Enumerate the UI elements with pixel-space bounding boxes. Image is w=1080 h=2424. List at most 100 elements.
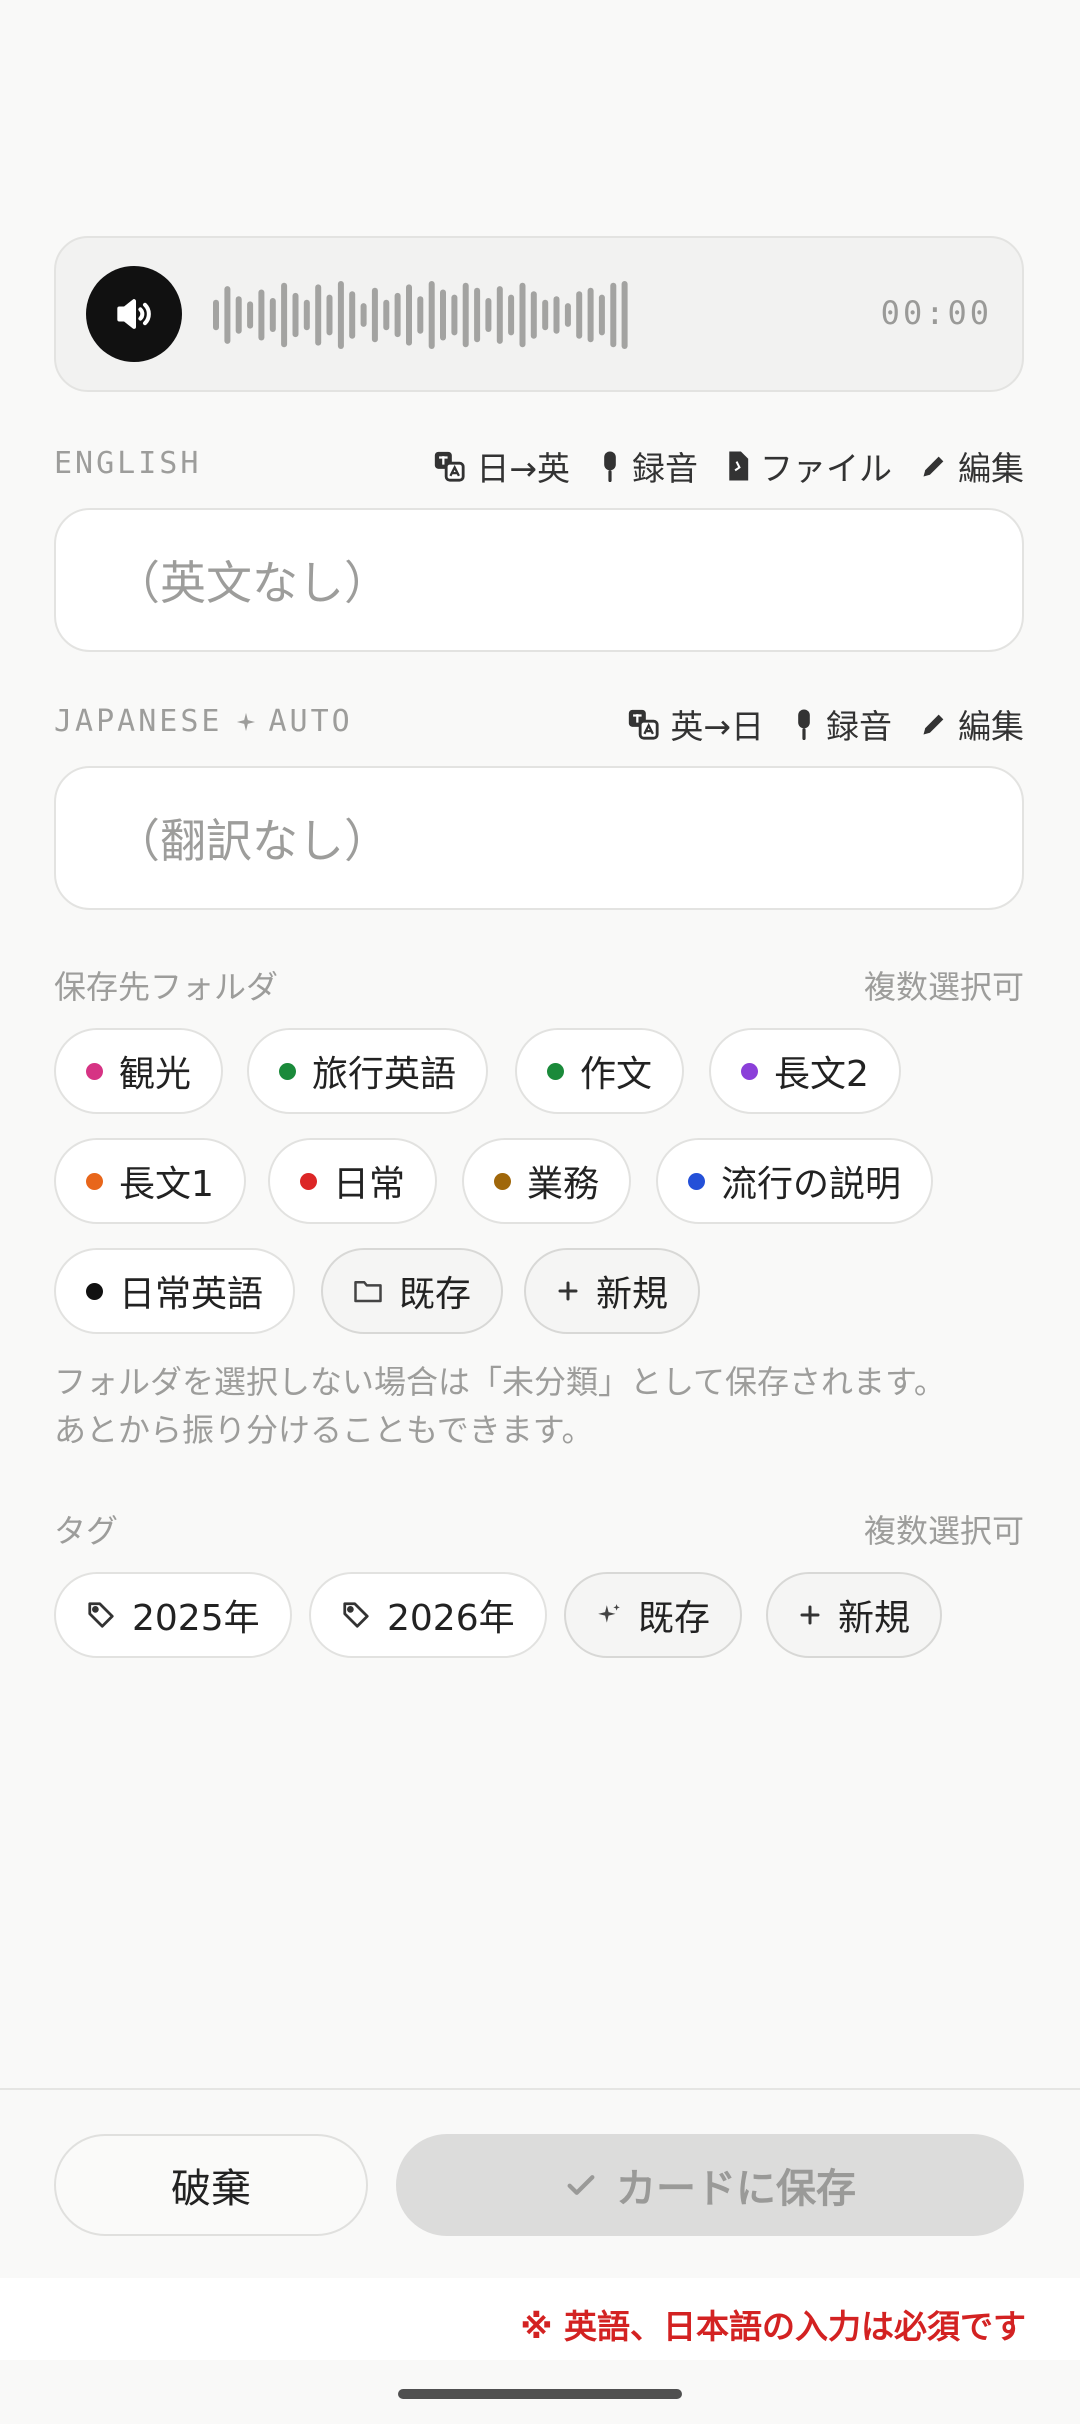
folder-color-dot — [547, 1062, 564, 1080]
tag-chip-label: 2025年 — [132, 1598, 260, 1639]
folder-color-dot — [86, 1172, 103, 1190]
waveform-bar — [542, 299, 549, 331]
speaker-icon — [117, 299, 151, 329]
waveform-bar — [406, 284, 412, 346]
translate-icon — [629, 709, 659, 740]
waveform-bar — [496, 286, 503, 344]
tag-icon — [88, 1602, 114, 1628]
folder-section-title: 保存先フォルダ — [54, 968, 279, 1006]
plus-icon — [558, 1281, 578, 1301]
english-actions: 日→英 録音 ファイル 編集 — [432, 442, 1024, 490]
japanese-placeholder: （翻訳なし） — [114, 814, 390, 868]
folder-chip-long-text-2[interactable]: 長文2 — [709, 1028, 901, 1114]
waveform-bar — [258, 289, 265, 341]
tag-chip-2025[interactable]: 2025年 — [54, 1572, 292, 1658]
waveform-bar — [428, 281, 435, 349]
waveform-bar — [462, 282, 469, 348]
folder-hint-line1: フォルダを選択しない場合は「未分類」として保存されます。 — [54, 1363, 946, 1401]
microphone-icon — [798, 709, 810, 740]
waveform-bar — [440, 289, 446, 341]
folder-color-dot — [494, 1172, 511, 1190]
waveform-bar — [508, 294, 515, 336]
waveform-bar — [564, 303, 571, 327]
english-label: ENGLISH — [54, 446, 202, 481]
folder-chip-kankou[interactable]: 観光 — [54, 1028, 224, 1114]
folder-new-button[interactable]: 新規 — [524, 1248, 701, 1334]
folder-chip-daily-english[interactable]: 日常英語 — [54, 1248, 296, 1334]
tag-icon — [343, 1602, 369, 1628]
audio-player: 00:00 — [54, 236, 1024, 392]
jp-to-en-translate-button[interactable]: 日→英 — [432, 442, 570, 490]
waveform-bar — [247, 301, 254, 329]
waveform-bar — [576, 291, 583, 339]
folder-chip-label: 旅行英語 — [312, 1054, 457, 1095]
folder-color-dot — [688, 1172, 705, 1190]
tag-chip-label: 2026年 — [387, 1598, 515, 1639]
waveform-bar — [417, 296, 424, 334]
english-record-button[interactable]: 録音 — [598, 442, 698, 490]
japanese-record-button[interactable]: 録音 — [792, 700, 892, 748]
waveform-bar — [598, 294, 605, 336]
waveform-bar — [519, 282, 526, 348]
folder-chip-business[interactable]: 業務 — [462, 1138, 632, 1224]
audio-waveform — [213, 281, 628, 349]
japanese-text-field[interactable]: （翻訳なし） — [54, 766, 1024, 910]
japanese-label: JAPANESE AUTO — [54, 704, 353, 739]
waveform-bar — [235, 296, 242, 334]
waveform-bar — [315, 284, 322, 346]
folder-color-dot — [86, 1062, 103, 1080]
english-edit-label: 編集 — [958, 449, 1024, 488]
microphone-icon — [604, 451, 616, 482]
pencil-icon — [923, 456, 944, 477]
english-file-label: ファイル — [760, 449, 892, 488]
tag-section-title: タグ — [54, 1512, 119, 1550]
waveform-bar — [292, 292, 299, 338]
waveform-bar — [337, 281, 344, 349]
folder-chip-label: 観光 — [119, 1054, 192, 1095]
waveform-bar — [326, 294, 333, 336]
waveform-bar — [349, 291, 356, 339]
required-warning-row: ※ 英語、日本語の入力は必須です — [0, 2278, 1080, 2360]
english-text-field[interactable]: （英文なし） — [54, 508, 1024, 652]
tag-chip-2026[interactable]: 2026年 — [309, 1572, 547, 1658]
discard-label: 破棄 — [171, 2166, 251, 2212]
english-edit-button[interactable]: 編集 — [920, 442, 1024, 490]
discard-button[interactable]: 破棄 — [54, 2134, 368, 2236]
folder-color-dot — [86, 1282, 103, 1300]
home-indicator[interactable] — [398, 2389, 682, 2399]
english-record-label: 録音 — [632, 449, 698, 488]
tag-existing-button[interactable]: 既存 — [564, 1572, 743, 1658]
folder-hint-line2: あとから振り分けることもできます。 — [54, 1411, 594, 1449]
tag-multi-select-note: 複数選択可 — [863, 1512, 1024, 1550]
waveform-bar — [269, 298, 276, 332]
waveform-bar — [530, 291, 537, 339]
japanese-edit-button[interactable]: 編集 — [920, 700, 1024, 748]
folder-chip-daily[interactable]: 日常 — [268, 1138, 438, 1224]
waveform-bar — [224, 286, 231, 344]
japanese-edit-label: 編集 — [958, 707, 1024, 746]
english-placeholder: （英文なし） — [114, 556, 390, 610]
plus-icon — [800, 1605, 820, 1625]
english-file-button[interactable]: ファイル — [726, 442, 892, 490]
japanese-auto-label: AUTO — [268, 704, 353, 739]
tag-new-button[interactable]: 新規 — [766, 1572, 943, 1658]
folder-existing-button[interactable]: 既存 — [321, 1248, 504, 1334]
tag-existing-label: 既存 — [638, 1598, 711, 1639]
waveform-bar — [383, 299, 390, 331]
waveform-bar — [485, 298, 492, 332]
file-icon — [729, 451, 749, 481]
folder-chip-long-text-1[interactable]: 長文1 — [54, 1138, 246, 1224]
folder-chip-composition[interactable]: 作文 — [515, 1028, 685, 1114]
jp-to-en-label: 日→英 — [476, 449, 570, 488]
save-card-button[interactable]: カードに保存 — [396, 2134, 1024, 2236]
waveform-bar — [610, 282, 617, 348]
waveform-bar — [587, 287, 594, 343]
folder-chip-label: 日常 — [333, 1164, 406, 1205]
play-audio-button[interactable] — [86, 266, 182, 362]
en-to-jp-label: 英→日 — [670, 707, 764, 746]
folder-chip-travel-english[interactable]: 旅行英語 — [247, 1028, 489, 1114]
folder-chip-label: 日常英語 — [119, 1274, 264, 1315]
en-to-jp-translate-button[interactable]: 英→日 — [626, 700, 764, 748]
folder-chip-trend-explanation[interactable]: 流行の説明 — [656, 1138, 934, 1224]
folder-chip-label: 流行の説明 — [721, 1164, 902, 1205]
